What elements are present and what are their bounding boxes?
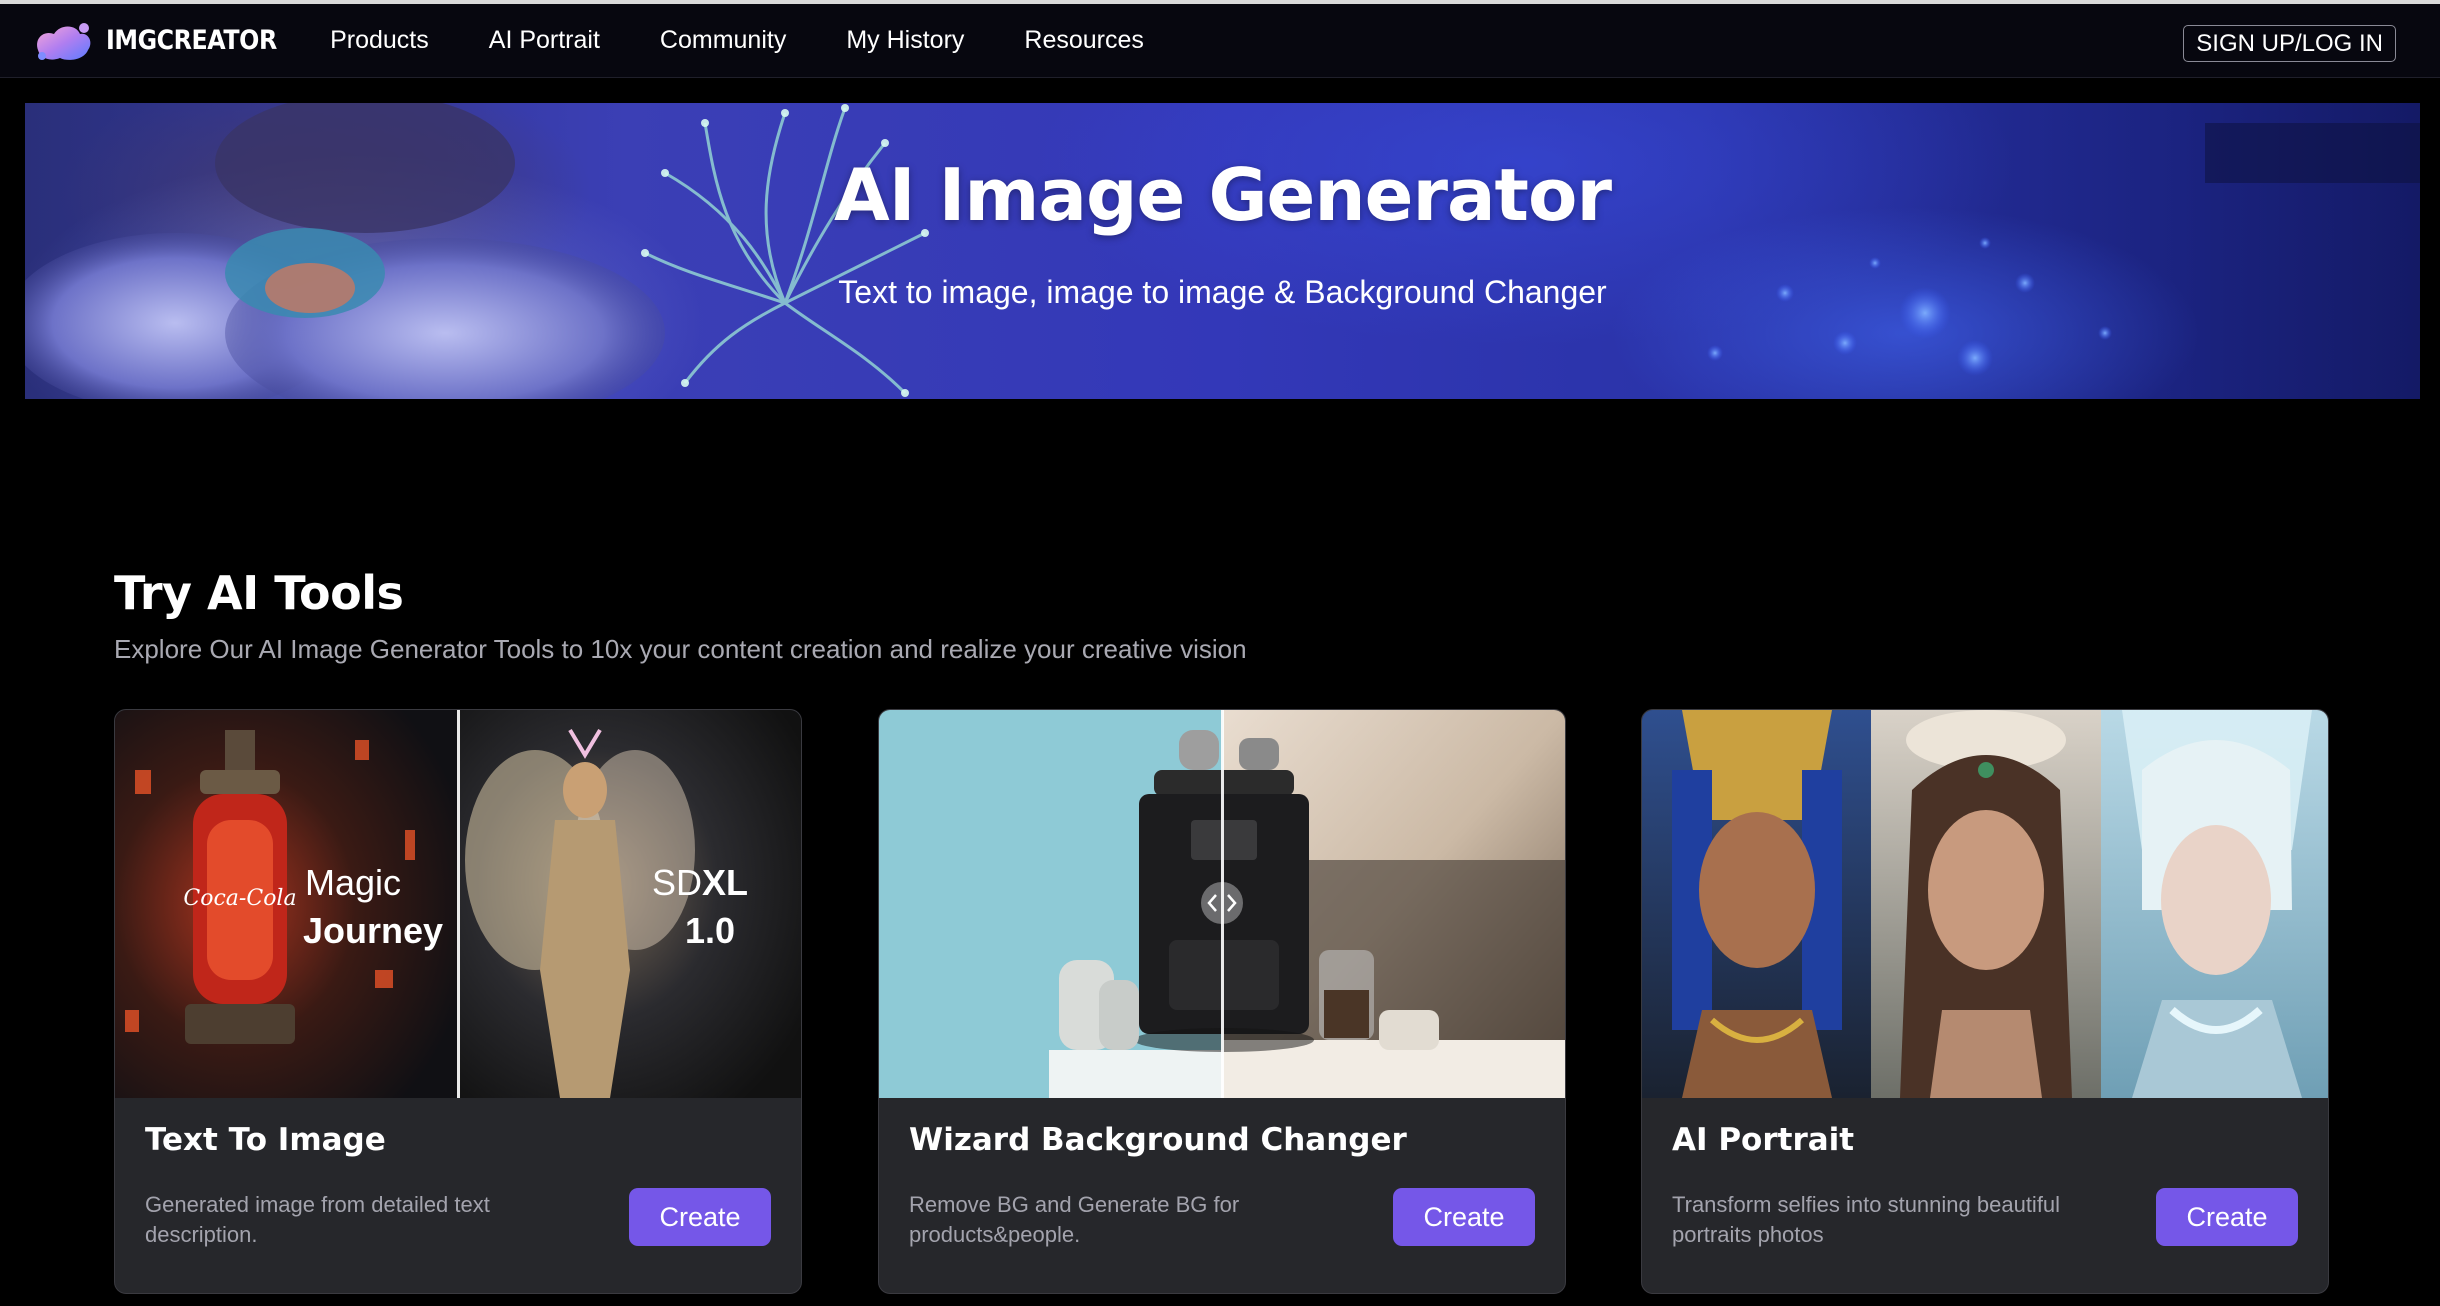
brand-logo[interactable]: IMGCREATOR	[30, 4, 300, 78]
create-button-text-to-image[interactable]: Create	[629, 1188, 771, 1246]
card-description: Generated image from detailed text descr…	[145, 1192, 490, 1247]
nav-links: Products AI Portrait Community My Histor…	[312, 26, 1173, 55]
logo-blob-icon	[30, 16, 100, 66]
svg-text:SDXL: SDXL	[652, 862, 748, 903]
signup-login-button[interactable]: SIGN UP/LOG IN	[2183, 25, 2396, 62]
card-title: AI Portrait	[1672, 1122, 1855, 1158]
tool-card-background-changer[interactable]: Wizard Background Changer Remove BG and …	[878, 709, 1566, 1294]
nav-item-products[interactable]: Products	[330, 26, 429, 55]
card-title: Wizard Background Changer	[909, 1122, 1407, 1158]
svg-text:Magic: Magic	[305, 862, 401, 903]
tool-card-text-to-image[interactable]: Coca-Cola Magic Journey SDXL 1.0 Text To…	[114, 709, 802, 1294]
ai-portrait-preview	[1642, 710, 2328, 1098]
nav-item-community[interactable]: Community	[660, 26, 786, 55]
create-button-ai-portrait[interactable]: Create	[2156, 1188, 2298, 1246]
svg-text:Coca-Cola: Coca-Cola	[183, 886, 296, 911]
hero-background-art	[25, 103, 2420, 399]
card-description: Remove BG and Generate BG for products&p…	[909, 1192, 1240, 1247]
svg-text:1.0: 1.0	[685, 910, 735, 951]
section-description: Explore Our AI Image Generator Tools to …	[114, 634, 1247, 664]
section-title: Try AI Tools	[114, 566, 404, 620]
background-changer-preview	[879, 710, 1565, 1098]
hero-banner: AI Image Generator Text to image, image …	[25, 103, 2420, 399]
card-title: Text To Image	[145, 1122, 386, 1158]
hero-subtitle: Text to image, image to image & Backgrou…	[838, 274, 1607, 310]
create-button-background-changer[interactable]: Create	[1393, 1188, 1535, 1246]
hero-title: AI Image Generator	[834, 153, 1612, 237]
nav-item-ai-portrait[interactable]: AI Portrait	[489, 26, 600, 55]
top-navbar: IMGCREATOR Products AI Portrait Communit…	[0, 4, 2440, 78]
brand-name: IMGCREATOR	[106, 25, 277, 56]
tool-card-ai-portrait[interactable]: AI Portrait Transform selfies into stunn…	[1641, 709, 2329, 1294]
nav-item-resources[interactable]: Resources	[1024, 26, 1144, 55]
svg-text:Journey: Journey	[303, 910, 443, 951]
nav-item-my-history[interactable]: My History	[846, 26, 964, 55]
card-description: Transform selfies into stunning beautifu…	[1672, 1192, 2061, 1247]
text-to-image-preview: Coca-Cola Magic Journey SDXL 1.0	[115, 710, 801, 1098]
